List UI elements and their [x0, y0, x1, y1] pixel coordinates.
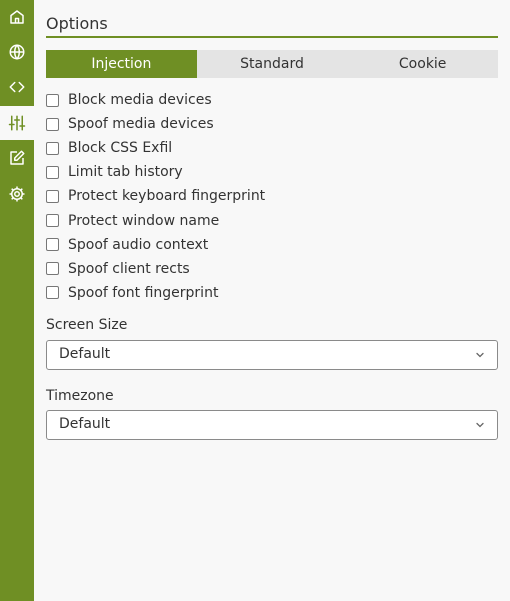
code-icon — [9, 81, 25, 93]
home-icon — [10, 10, 24, 24]
chevron-down-icon — [476, 352, 484, 358]
sidebar-item-code[interactable] — [0, 70, 34, 104]
gear-icon — [9, 186, 25, 202]
checkbox[interactable] — [46, 141, 59, 155]
option-label: Protect window name — [68, 212, 220, 229]
option-label: Limit tab history — [68, 164, 183, 181]
checkbox[interactable] — [46, 189, 59, 203]
option-label: Block CSS Exfil — [68, 140, 173, 157]
option-label: Block media devices — [68, 92, 212, 109]
option-spoof-media-devices[interactable]: Spoof media devices — [46, 112, 498, 136]
option-label: Spoof font fingerprint — [68, 284, 219, 301]
option-limit-tab-history[interactable]: Limit tab history — [46, 160, 498, 184]
options-list: Block media devices Spoof media devices … — [46, 88, 498, 305]
sidebar — [0, 0, 34, 601]
sidebar-item-options[interactable] — [0, 106, 34, 140]
sliders-icon — [8, 115, 26, 131]
screen-size-value: Default — [59, 346, 111, 362]
option-label: Protect keyboard fingerprint — [68, 188, 266, 205]
option-label: Spoof client rects — [68, 260, 190, 277]
timezone-label: Timezone — [46, 388, 114, 404]
option-block-media-devices[interactable]: Block media devices — [46, 88, 498, 112]
option-label: Spoof media devices — [68, 116, 214, 133]
sidebar-item-edit[interactable] — [0, 141, 34, 175]
option-spoof-client-rects[interactable]: Spoof client rects — [46, 257, 498, 281]
sidebar-item-settings[interactable] — [0, 177, 34, 211]
checkbox[interactable] — [46, 214, 59, 228]
tab-cookie[interactable]: Cookie — [347, 50, 498, 78]
checkbox[interactable] — [46, 238, 59, 252]
tab-standard[interactable]: Standard — [197, 50, 348, 78]
option-label: Spoof audio context — [68, 236, 209, 253]
checkbox[interactable] — [46, 93, 59, 107]
page-title: Options — [46, 14, 108, 33]
sidebar-item-globe[interactable] — [0, 35, 34, 69]
checkbox[interactable] — [46, 117, 59, 131]
checkbox[interactable] — [46, 165, 59, 179]
globe-icon — [9, 44, 25, 60]
sidebar-item-home[interactable] — [0, 0, 34, 34]
title-divider — [46, 36, 498, 38]
screen-size-select[interactable]: Default — [46, 340, 498, 370]
option-protect-window-name[interactable]: Protect window name — [46, 208, 498, 232]
checkbox[interactable] — [46, 286, 59, 300]
checkbox[interactable] — [46, 262, 59, 276]
option-block-css-exfil[interactable]: Block CSS Exfil — [46, 136, 498, 160]
option-protect-keyboard-fingerprint[interactable]: Protect keyboard fingerprint — [46, 184, 498, 208]
screen-size-label: Screen Size — [46, 317, 128, 333]
timezone-value: Default — [59, 416, 111, 432]
edit-icon — [10, 150, 25, 165]
chevron-down-icon — [476, 422, 484, 428]
tab-injection[interactable]: Injection — [46, 50, 197, 78]
timezone-select[interactable]: Default — [46, 410, 498, 440]
option-spoof-font-fingerprint[interactable]: Spoof font fingerprint — [46, 281, 498, 305]
tab-bar: Injection Standard Cookie — [46, 50, 498, 78]
option-spoof-audio-context[interactable]: Spoof audio context — [46, 233, 498, 257]
